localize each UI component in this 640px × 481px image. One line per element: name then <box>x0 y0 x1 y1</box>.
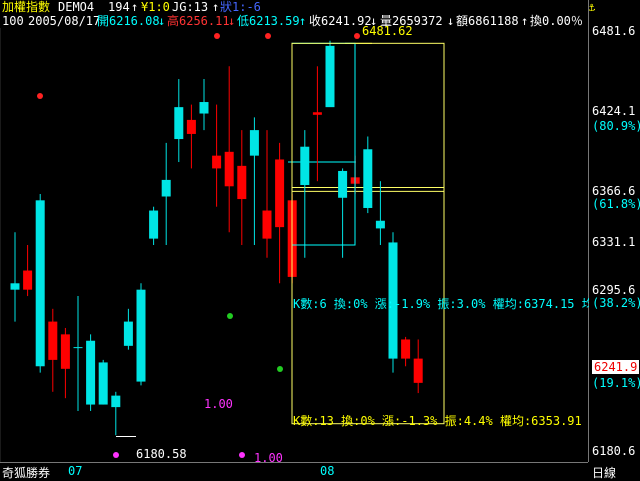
up-arrow-icon: ↑ <box>212 0 220 14</box>
candle-body <box>401 339 411 359</box>
candle-body <box>60 334 70 369</box>
up-arrow-icon: ↑ <box>299 14 307 28</box>
signal-dot <box>239 452 245 458</box>
candle-body <box>136 289 146 382</box>
value-2: ¥1:0 <box>141 0 170 14</box>
candle-body <box>325 45 335 108</box>
axis-divider <box>588 0 589 462</box>
axis-percent: (38.2%) <box>592 296 640 310</box>
candle-body <box>338 170 348 198</box>
candle-body <box>174 107 184 140</box>
candle-body <box>161 179 171 197</box>
axis-percent: (80.9%) <box>592 119 640 133</box>
candle-body <box>237 165 247 200</box>
ratio-label: 1.00 <box>204 397 233 411</box>
value-4: 狀1:-6 <box>220 0 261 14</box>
low-price: 低6213.59 <box>237 14 300 28</box>
down-arrow-icon: ↓ <box>158 14 166 28</box>
axis-label: 6481.6 <box>592 24 636 38</box>
signal-dot <box>265 33 271 39</box>
price-axis: 6481.6 6424.1 (80.9%) 6366.6 (61.8%) 633… <box>588 0 640 480</box>
candle-body <box>363 149 373 208</box>
candles-group <box>10 40 423 436</box>
axis-label: 6180.6 <box>592 444 636 458</box>
instrument-label[interactable]: 奇狐勝券 <box>2 464 50 481</box>
value-3: JG:13 <box>172 0 209 14</box>
candle-body <box>249 130 259 156</box>
down-arrow-icon: ↓ <box>228 14 236 28</box>
candle-body <box>413 358 423 383</box>
amount: 額6861188 <box>456 14 519 28</box>
candle-body <box>35 200 45 367</box>
current-price-tag: 6241.9 <box>592 360 640 374</box>
candle-body <box>186 119 196 134</box>
high-marker-label: 6481.62 <box>362 24 413 38</box>
axis-label: 6331.1 <box>592 235 636 249</box>
axis-percent: (19.1%) <box>592 376 640 390</box>
selection-box <box>291 42 356 246</box>
signal-dot <box>214 33 220 39</box>
axis-label: 6366.6 <box>592 184 636 198</box>
candle-body <box>262 210 272 239</box>
stats-box-2: K數:13 換:0% 漲:-1.3% 振:4.4% 權均:6353.91 均:6… <box>293 415 589 428</box>
candle-body <box>86 340 96 405</box>
month-label: 07 <box>68 464 83 478</box>
status-divider <box>0 462 588 463</box>
open-price: 開6216.08 <box>97 14 160 28</box>
candle-body <box>212 155 222 169</box>
candle-body <box>375 220 385 229</box>
candle-body <box>111 395 121 408</box>
stats-box-1: K數:6 換:0% 漲:-1.9% 振:3.0% 權均:6374.15 均:63… <box>293 298 589 311</box>
date-label: 2005/08/17 <box>28 14 101 28</box>
candle-body <box>312 112 322 115</box>
candle-body <box>149 210 159 239</box>
candle-body <box>275 159 285 228</box>
down-arrow-icon: ↓ <box>447 14 455 28</box>
candle-body <box>48 321 58 360</box>
axis-label: 6424.1 <box>592 104 636 118</box>
period-label: 100 <box>2 14 24 28</box>
axis-percent: (61.8%) <box>592 197 640 211</box>
status-bar: 奇狐勝券 07 08 <box>0 462 588 480</box>
value-1: 194 <box>108 0 130 14</box>
candle-body <box>123 321 133 346</box>
candle-body <box>73 347 83 349</box>
up-arrow-icon: ↑ <box>521 14 529 28</box>
timeframe-label[interactable]: 日線 <box>592 464 616 481</box>
axis-label: 6295.6 <box>592 283 636 297</box>
high-price: 高6256.11 <box>167 14 230 28</box>
signal-dot <box>354 33 360 39</box>
symbol-name[interactable]: 加權指數 <box>2 0 50 14</box>
account-label: DEMO4 <box>58 0 95 14</box>
candle-body <box>300 146 310 186</box>
candle-body <box>224 151 234 187</box>
signal-dot <box>277 366 283 372</box>
candle-body <box>23 270 33 290</box>
signal-dot <box>37 93 43 99</box>
quote-header: 加權指數 DEMO4 194 ↑ ¥1:0 JG:13 ↑ 狀1:-6 100 … <box>0 0 588 28</box>
candle-body <box>199 102 209 114</box>
candlestick-chart[interactable] <box>0 28 588 462</box>
candle-body <box>98 362 108 405</box>
signal-dot <box>227 313 233 319</box>
turnover: 換0.00％ <box>530 14 583 28</box>
low-marker-label: 6180.58 <box>136 447 187 461</box>
candle-body <box>10 283 20 290</box>
signal-dot <box>113 452 119 458</box>
month-label: 08 <box>320 464 335 478</box>
up-arrow-icon: ↑ <box>131 0 139 14</box>
